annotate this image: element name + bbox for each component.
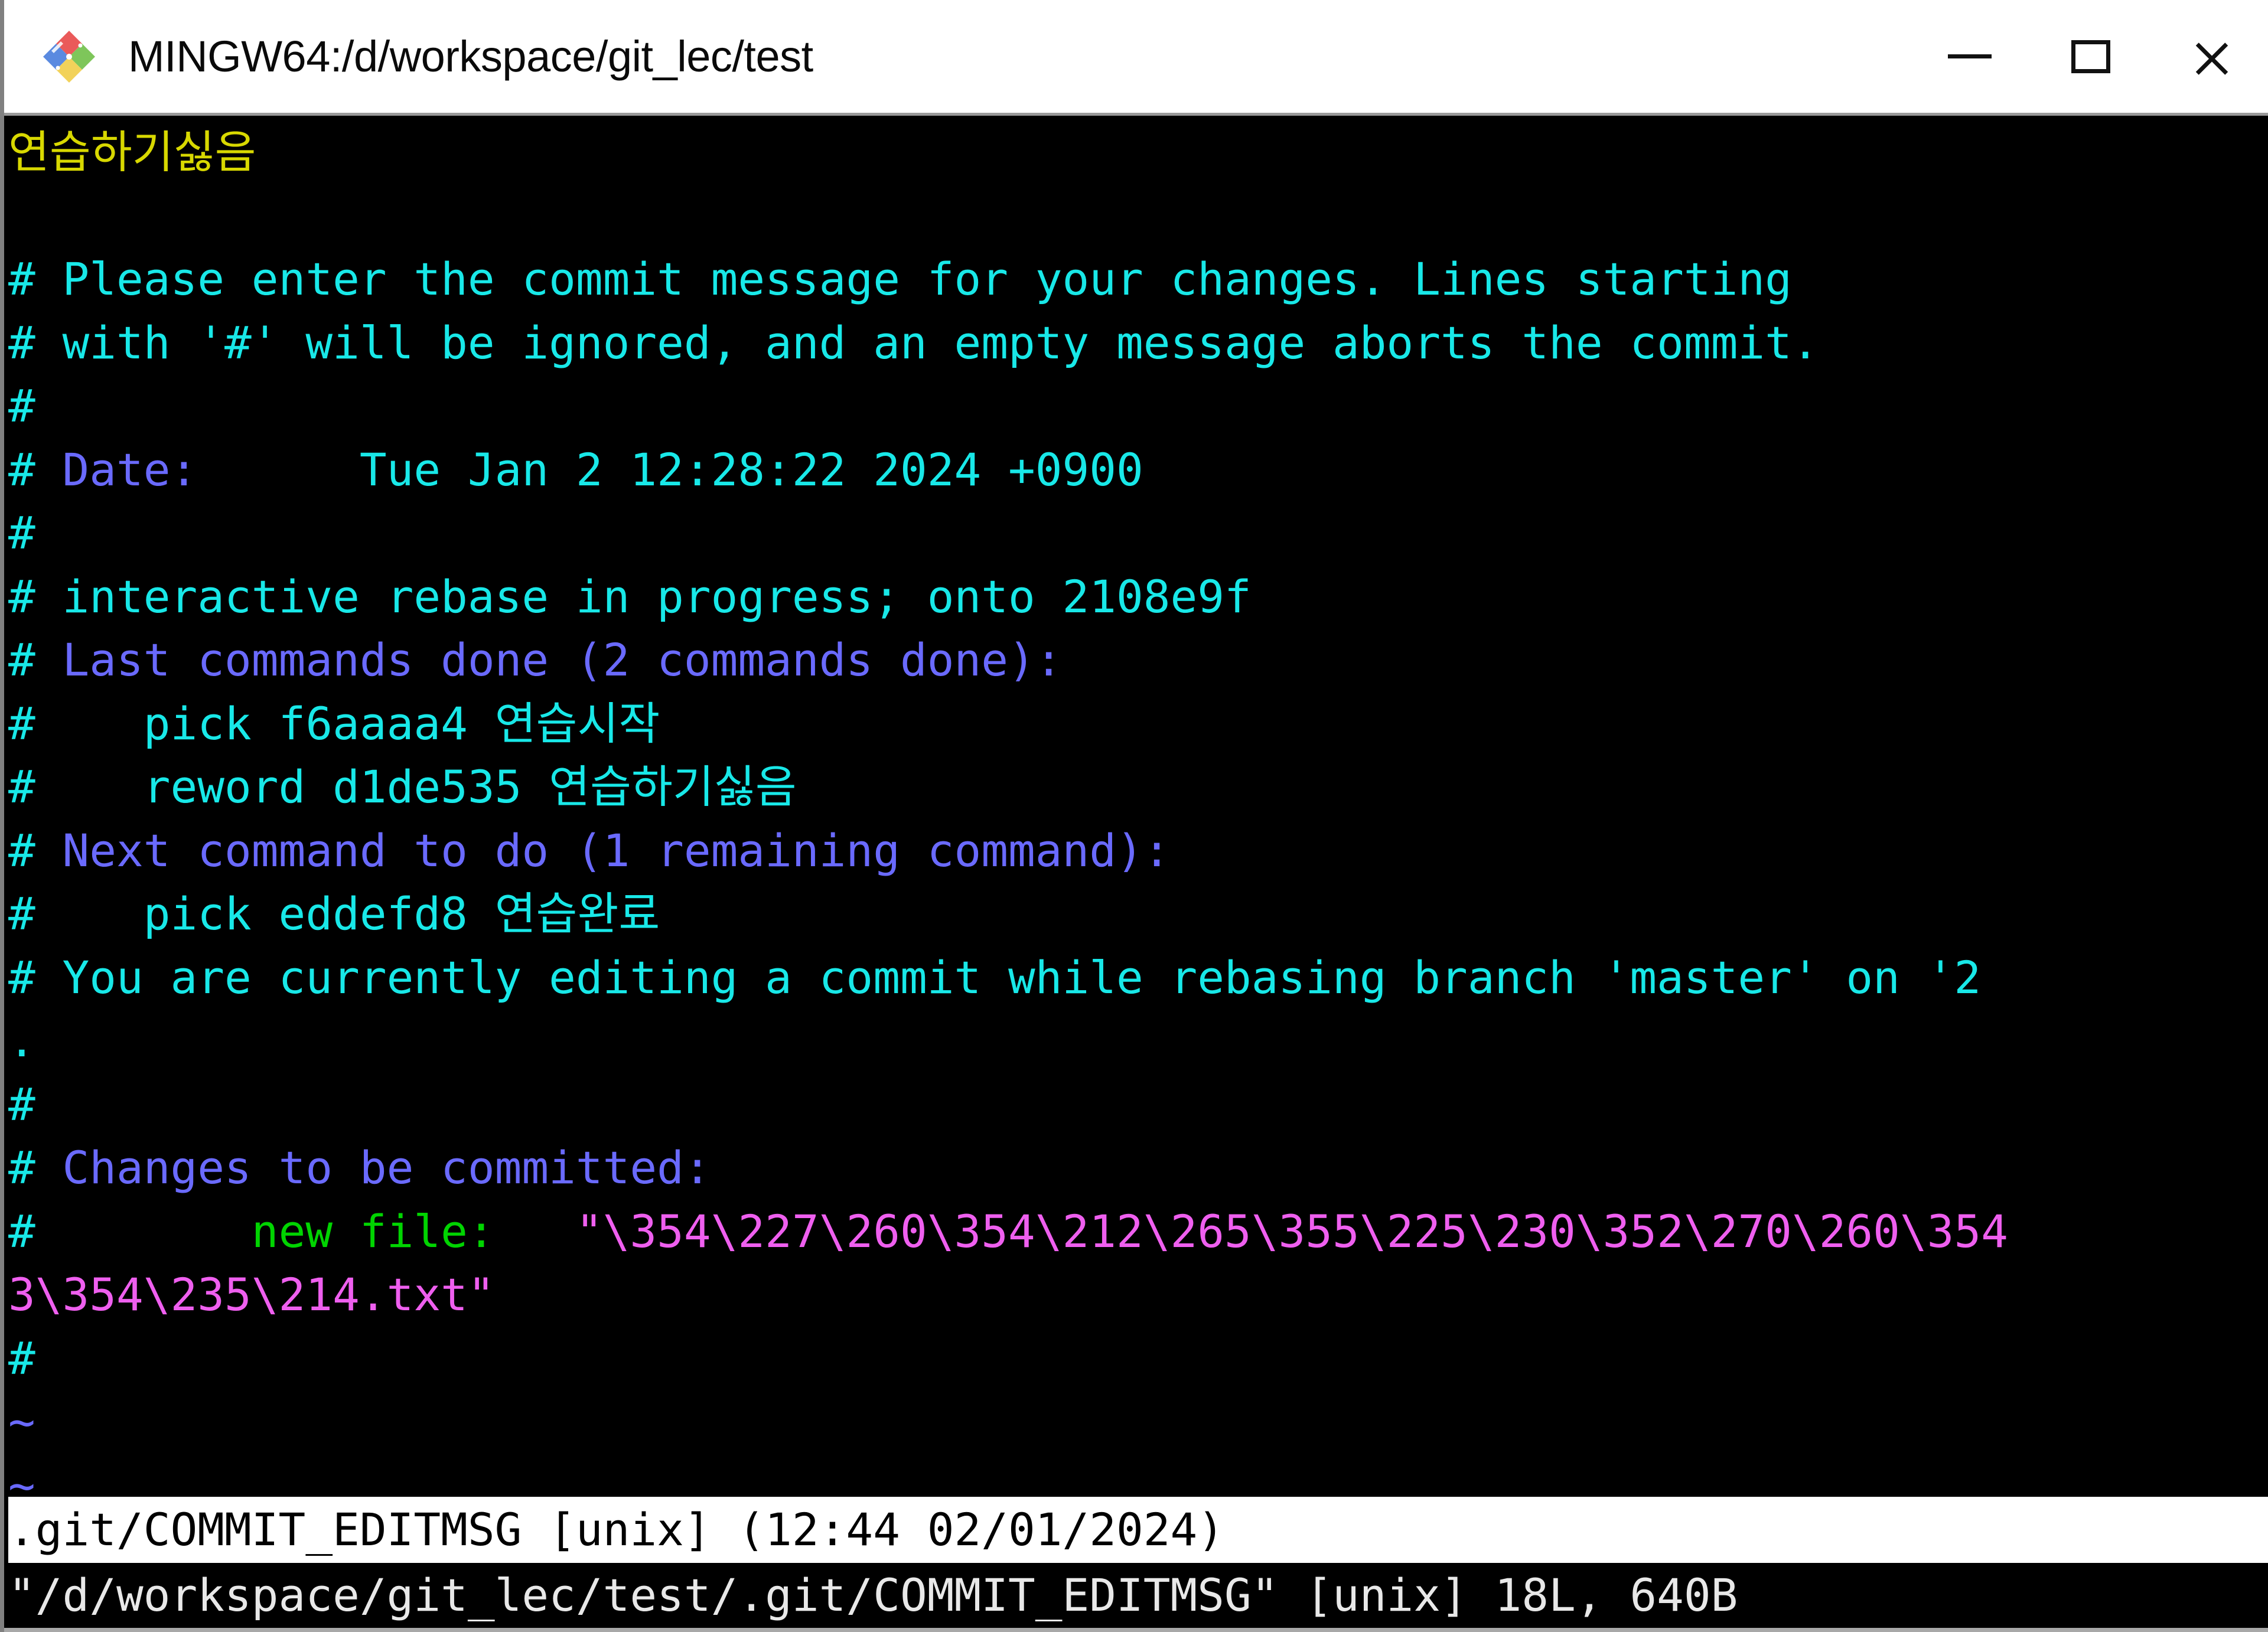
buffer-line-blank-1 bbox=[8, 184, 2268, 248]
buffer-line-comment-next-command: # Next command to do (1 remaining comman… bbox=[8, 819, 2268, 883]
buffer-line-comment-new-file-seg-2: "\354\227\260\354\212\265\355\225\230\35… bbox=[575, 1205, 2008, 1258]
buffer-line-tilde-2-seg-0: ~ bbox=[8, 1458, 35, 1497]
maximize-button[interactable] bbox=[2030, 0, 2151, 113]
buffer-line-comment-date-seg-1: Date: bbox=[62, 443, 198, 496]
buffer-line-comment-hash-3-seg-0: # bbox=[8, 1078, 35, 1131]
buffer-line-comment-rebase-seg-0: # interactive rebase in progress; onto 2… bbox=[8, 570, 1252, 623]
buffer-line-comment-last-commands: # Last commands done (2 commands done): bbox=[8, 628, 2268, 692]
window-title-text: MINGW64:/d/workspace/git_lec/test bbox=[128, 32, 813, 81]
buffer-line-comment-date-seg-0: # bbox=[8, 443, 63, 496]
buffer-line-tilde-1: ~ bbox=[8, 1390, 2268, 1454]
buffer-line-comment-editing-commit-seg-0: # You are currently editing a commit whi… bbox=[8, 951, 1982, 1004]
git-bash-diamond-logo-icon bbox=[41, 28, 97, 85]
close-button[interactable] bbox=[2151, 0, 2268, 113]
buffer-line-commit-message: 연습하기싫음 bbox=[8, 120, 2268, 184]
buffer-line-comment-next-command-seg-0: # bbox=[8, 824, 63, 877]
buffer-line-comment-new-file-seg-1: new file: bbox=[62, 1205, 576, 1258]
buffer-line-comment-reword-d1de535: # reword d1de535 연습하기싫음 bbox=[8, 755, 2268, 819]
buffer-line-comment-changes-seg-1: Changes to be committed: bbox=[62, 1141, 711, 1194]
window-title-bar[interactable]: MINGW64:/d/workspace/git_lec/test bbox=[4, 0, 2268, 116]
buffer-line-comment-new-file: # new file: "\354\227\260\354\212\265\35… bbox=[8, 1200, 2268, 1264]
buffer-line-comment-pick-eddefd8-seg-0: # pick eddefd8 연습완료 bbox=[8, 887, 660, 940]
minimize-icon bbox=[1947, 54, 1992, 58]
vim-buffer[interactable]: 연습하기싫음 # Please enter the commit message … bbox=[8, 120, 2268, 1497]
buffer-line-comment-next-command-seg-1: Next command to do (1 remaining command)… bbox=[62, 824, 1171, 877]
buffer-line-comment-editing-commit: # You are currently editing a commit whi… bbox=[8, 946, 2268, 1010]
buffer-line-comment-pick-eddefd8: # pick eddefd8 연습완료 bbox=[8, 882, 2268, 946]
buffer-line-comment-hash-1-seg-0: # bbox=[8, 380, 35, 432]
buffer-line-comment-pick-f6aaaa4-seg-0: # pick f6aaaa4 연습시작 bbox=[8, 697, 660, 750]
window-bottom-edge bbox=[4, 1628, 2268, 1632]
buffer-line-comment-editing-wrap: . bbox=[8, 1009, 2268, 1073]
buffer-line-comment-with-hash: # with '#' will be ignored, and an empty… bbox=[8, 311, 2268, 375]
minimize-button[interactable] bbox=[1909, 0, 2030, 113]
buffer-line-commit-message-seg-0: 연습하기싫음 bbox=[8, 126, 256, 178]
buffer-line-comment-rebase: # interactive rebase in progress; onto 2… bbox=[8, 565, 2268, 629]
maximize-icon bbox=[2071, 40, 2110, 73]
buffer-line-comment-please-enter-seg-0: # Please enter the commit message for yo… bbox=[8, 253, 1792, 305]
buffer-line-comment-hash-2: # bbox=[8, 501, 2268, 565]
buffer-line-comment-hash-3: # bbox=[8, 1073, 2268, 1137]
buffer-line-comment-date: # Date: Tue Jan 2 12:28:22 2024 +0900 bbox=[8, 438, 2268, 502]
buffer-line-comment-changes: # Changes to be committed: bbox=[8, 1136, 2268, 1200]
buffer-line-comment-changes-seg-0: # bbox=[8, 1141, 63, 1194]
buffer-line-comment-hash-4: # bbox=[8, 1327, 2268, 1391]
vim-message-line: "/d/workspace/git_lec/test/.git/COMMIT_E… bbox=[8, 1563, 2268, 1632]
window-controls bbox=[1909, 0, 2268, 113]
buffer-line-comment-hash-1: # bbox=[8, 374, 2268, 438]
vim-status-line: .git/COMMIT_EDITMSG [unix] (12:44 02/01/… bbox=[8, 1497, 2268, 1563]
buffer-line-comment-date-seg-2: Tue Jan 2 12:28:22 2024 +0900 bbox=[197, 443, 1143, 496]
buffer-line-comment-editing-wrap-seg-0: . bbox=[8, 1014, 35, 1067]
buffer-line-comment-hash-2-seg-0: # bbox=[8, 507, 35, 559]
close-icon bbox=[2191, 36, 2233, 77]
buffer-line-tilde-1-seg-0: ~ bbox=[8, 1395, 35, 1448]
terminal-viewport[interactable]: 연습하기싫음 # Please enter the commit message … bbox=[8, 116, 2268, 1497]
buffer-line-comment-with-hash-seg-0: # with '#' will be ignored, and an empty… bbox=[8, 316, 1819, 369]
buffer-line-tilde-2: ~ bbox=[8, 1454, 2268, 1497]
buffer-line-comment-pick-f6aaaa4: # pick f6aaaa4 연습시작 bbox=[8, 692, 2268, 756]
terminal-window: MINGW64:/d/workspace/git_lec/test 연습하기싫음… bbox=[0, 0, 2268, 1632]
buffer-line-comment-last-commands-seg-1: Last commands done (2 commands done): bbox=[62, 634, 1063, 686]
buffer-line-comment-reword-d1de535-seg-0: # reword d1de535 연습하기싫음 bbox=[8, 760, 797, 813]
buffer-line-comment-last-commands-seg-0: # bbox=[8, 634, 63, 686]
buffer-line-comment-new-file-seg-0: # bbox=[8, 1205, 63, 1258]
buffer-line-comment-new-file-wrap-seg-0: 3\354\235\214.txt" bbox=[8, 1268, 495, 1321]
buffer-line-comment-new-file-wrap: 3\354\235\214.txt" bbox=[8, 1263, 2268, 1327]
buffer-line-comment-please-enter: # Please enter the commit message for yo… bbox=[8, 247, 2268, 311]
buffer-line-comment-hash-4-seg-0: # bbox=[8, 1331, 35, 1385]
